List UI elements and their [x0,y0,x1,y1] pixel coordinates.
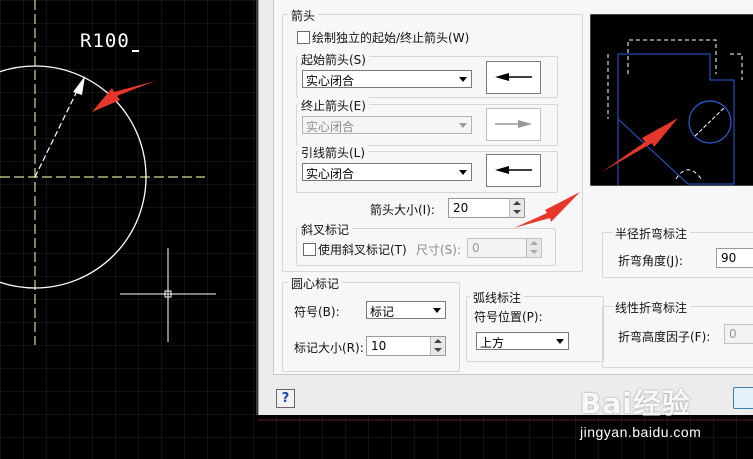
symbols-and-arrows-panel: 箭头 绘制独立的起始/终止箭头(W) 起始箭头(S) 实心闭合 终止箭头(E) … [273,0,753,375]
use-oblique-checkbox[interactable] [303,243,316,256]
oblique-size-label: 尺寸(S): [416,243,462,257]
chevron-down-icon [456,72,470,86]
spin-down-icon[interactable] [509,208,524,217]
chevron-down-icon [553,334,567,348]
independent-arrows-label: 绘制独立的起始/终止箭头(W) [312,31,470,45]
chevron-down-icon [456,118,470,132]
oblique-group-title: 斜叉标记 [298,221,353,238]
arc-symbol-position-select[interactable]: 上方 [476,332,569,350]
baidu-logo: Bai经验 [580,387,691,420]
arc-length-group-title: 弧线标注 [470,289,525,306]
use-oblique-label: 使用斜叉标记(T) [318,243,407,257]
arrows-group-title: 箭头 [288,7,319,24]
arc-symbol-position-label: 符号位置(P): [474,310,543,324]
dimension-text: R100 [80,30,139,52]
filled-arrow-icon [495,166,532,174]
center-mark-group-title: 圆心标记 [288,275,343,292]
center-symbol-label: 符号(B): [294,305,340,319]
chevron-down-icon [456,165,470,179]
center-mark-group [282,282,460,372]
jog-height-factor-input: 0 [724,324,753,344]
center-size-spinner[interactable]: 10 [366,336,446,356]
spin-down-icon [526,248,541,257]
jog-angle-label: 折弯角度(J): [618,254,683,268]
arrow-size-label: 箭头大小(I): [370,203,435,217]
independent-arrows-checkbox[interactable] [297,31,310,44]
linear-jog-group-title: 线性折弯标注 [612,299,691,316]
leader-arrow-preview [486,154,541,187]
center-size-label: 标记大小(R): [294,341,364,355]
chevron-down-icon [430,303,444,317]
dimension-style-preview [590,14,753,186]
filled-arrow-icon [495,73,532,81]
center-symbol-select[interactable]: 标记 [366,301,446,319]
radius-jog-group-title: 半径折弯标注 [612,225,691,242]
jog-angle-input[interactable]: 90 [716,248,753,268]
leader-arrow-select[interactable]: 实心闭合 [302,163,472,181]
jog-height-factor-label: 折弯高度因子(F): [618,330,711,344]
end-arrow-label: 终止箭头(E) [298,97,369,114]
end-arrow-preview [486,108,541,141]
leader-arrow-label: 引线箭头(L) [298,144,369,161]
baidu-watermark: Bai经验 jingyan.baidu.com [578,382,753,459]
filled-arrow-right-icon [495,120,532,128]
end-arrow-select: 实心闭合 [302,116,472,134]
start-arrow-select[interactable]: 实心闭合 [302,70,472,88]
help-button[interactable]: ? [276,389,295,408]
arrow-size-spinner[interactable]: 20 [448,198,525,218]
spin-down-icon[interactable] [430,346,445,355]
oblique-size-spinner: 0 [467,238,542,258]
dimension-style-dialog: 箭头 绘制独立的起始/终止箭头(W) 起始箭头(S) 实心闭合 终止箭头(E) … [258,0,753,415]
start-arrow-preview [486,61,541,94]
watermark-url: jingyan.baidu.com [580,424,702,440]
start-arrow-label: 起始箭头(S) [298,51,369,68]
